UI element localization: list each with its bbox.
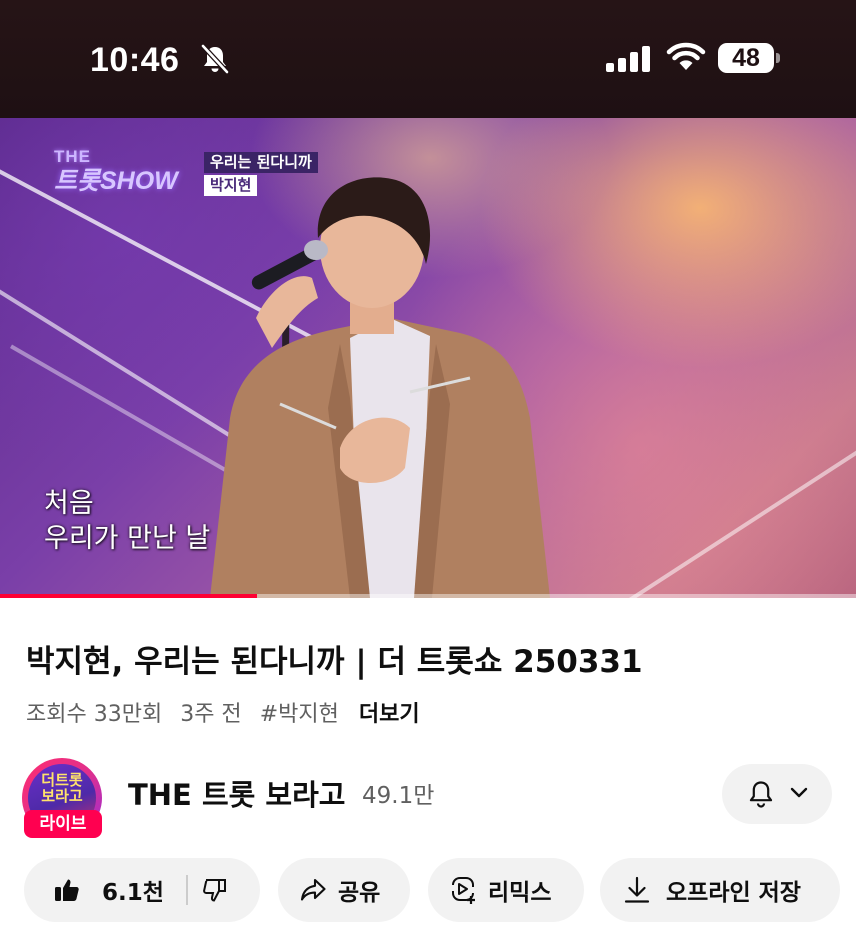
subscriber-count: 49.1만	[362, 783, 435, 809]
show-logo-the: THE	[54, 147, 91, 166]
hashtag-link[interactable]: #박지현	[260, 696, 339, 728]
video-subtitles: 처음 우리가 만난 날	[44, 486, 210, 556]
video-title[interactable]: 박지현, 우리는 된다니까 | 더 트롯쇼 250331	[26, 642, 836, 682]
wifi-icon	[666, 42, 706, 70]
avatar-text-line: 더트롯	[41, 771, 83, 789]
remix-icon	[452, 877, 475, 904]
download-button[interactable]: 오프라인 저장	[600, 858, 840, 922]
thumbs-down-icon	[203, 879, 226, 902]
chevron-down-icon	[790, 787, 808, 798]
video-player[interactable]: THE 트롯SHOW 우리는 된다니까 박지현 처음 우리가 만난 날	[0, 118, 856, 598]
bell-icon	[749, 781, 773, 808]
view-count: 조회수 33만회	[26, 702, 163, 727]
download-icon	[624, 876, 650, 903]
like-dislike-pill: 6.1천	[24, 858, 260, 922]
signal-icon	[606, 46, 650, 72]
avatar-text: 더트롯 보라고	[22, 772, 102, 804]
notification-bell-button[interactable]	[722, 764, 832, 824]
show-logo-name: 트롯SHOW	[54, 167, 178, 195]
live-badge: 라이브	[24, 810, 102, 838]
video-details-sheet: 박지현, 우리는 된다니까 | 더 트롯쇼 250331 조회수 33만회 3주…	[0, 598, 856, 950]
remix-button[interactable]: 리믹스	[428, 858, 584, 922]
show-logo: THE 트롯SHOW	[54, 148, 204, 204]
subtitle-line: 처음	[44, 488, 94, 519]
like-button[interactable]: 6.1천	[24, 873, 164, 907]
remix-label: 리믹스	[488, 880, 552, 906]
download-label: 오프라인 저장	[666, 880, 801, 906]
share-button[interactable]: 공유	[278, 858, 410, 922]
more-link[interactable]: 더보기	[359, 696, 420, 728]
channel-row[interactable]: 더트롯 보라고 라이브 THE 트롯 보라고 49.1만	[0, 758, 856, 838]
bell-off-icon	[201, 44, 229, 74]
subtitle-line: 우리가 만난 날	[44, 523, 211, 554]
dislike-button[interactable]	[188, 877, 228, 903]
battery-icon: 48	[718, 43, 780, 73]
share-label: 공유	[338, 880, 381, 906]
battery-level: 48	[732, 44, 760, 72]
thumbs-up-icon	[55, 879, 79, 901]
avatar-text-line: 보라고	[41, 787, 83, 805]
action-row: 6.1천 공유 리믹스 오프라인 저장	[0, 858, 856, 922]
channel-name[interactable]: THE 트롯 보라고	[128, 776, 345, 814]
performer-figure	[210, 177, 550, 598]
status-time: 10:46	[90, 41, 180, 79]
like-count: 6.1천	[102, 880, 164, 906]
status-bar: 10:46 48	[0, 0, 856, 118]
share-icon	[300, 878, 326, 901]
upload-age: 3주 전	[180, 702, 242, 727]
video-meta-row[interactable]: 조회수 33만회 3주 전 #박지현 더보기	[26, 696, 438, 728]
